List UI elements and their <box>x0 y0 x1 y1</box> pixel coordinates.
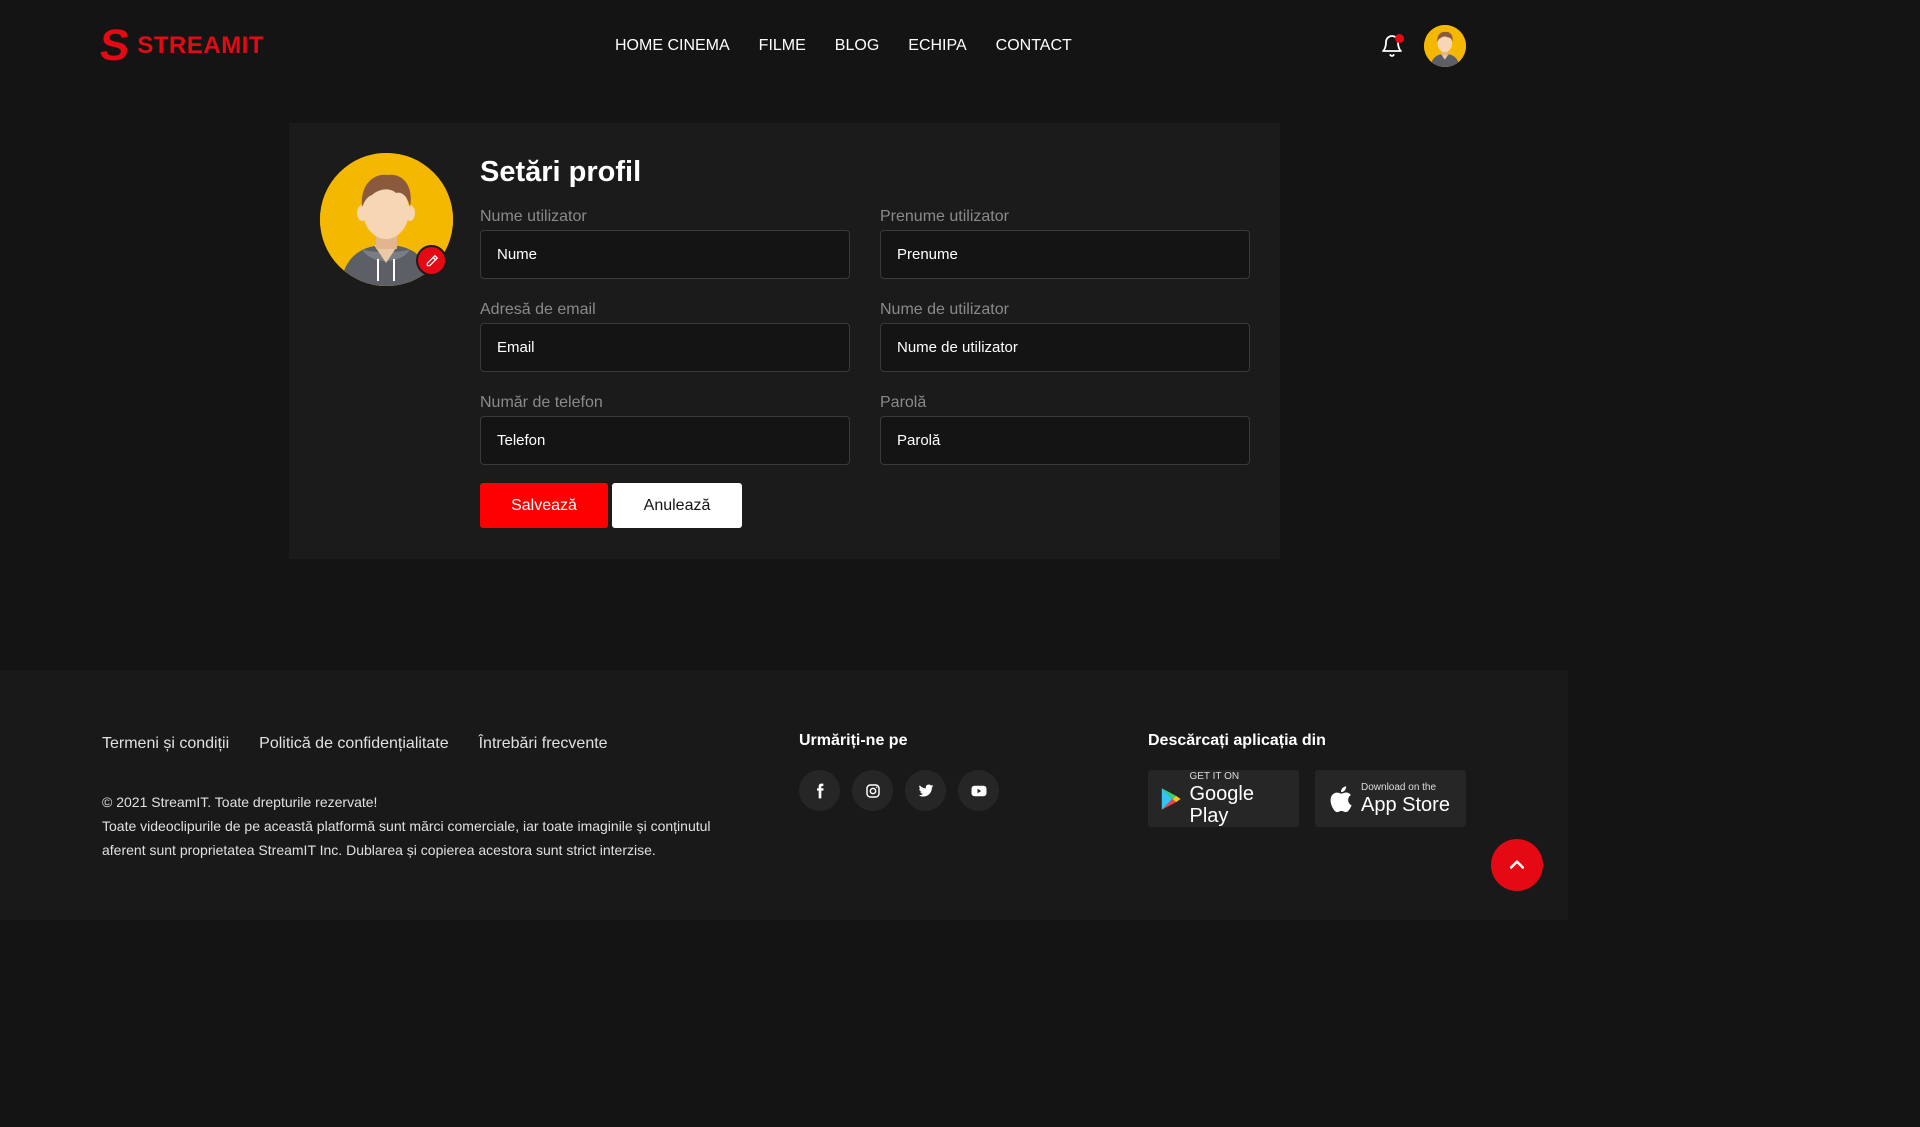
app-store-button[interactable]: Download on the App Store <box>1315 770 1466 827</box>
pencil-icon <box>426 254 438 266</box>
logo-mark: S <box>97 21 132 70</box>
main-nav: HOME CINEMA FILME BLOG ECHIPA CONTACT <box>615 36 1072 56</box>
google-play-small-text: GET IT ON <box>1189 770 1240 782</box>
social-links <box>799 770 999 811</box>
follow-title: Urmăriți-ne pe <box>799 732 908 749</box>
page-title: Setări profil <box>480 156 642 188</box>
brand-logo[interactable]: S STREAMIT <box>97 21 265 70</box>
facebook-icon[interactable] <box>799 770 840 811</box>
phone-label: Număr de telefon <box>480 394 603 411</box>
copyright-text: © 2021 StreamIT. Toate drepturile rezerv… <box>102 794 378 810</box>
app-store-big-text: App Store <box>1361 793 1450 816</box>
first-name-group: Nume utilizator <box>480 207 850 279</box>
scroll-to-top-button[interactable] <box>1491 839 1543 891</box>
email-input[interactable] <box>480 323 850 372</box>
twitter-icon[interactable] <box>905 770 946 811</box>
google-play-big-text: Google Play <box>1189 782 1254 827</box>
last-name-group: Prenume utilizator <box>880 207 1250 279</box>
nav-item-contact[interactable]: CONTACT <box>996 36 1072 56</box>
phone-input[interactable] <box>480 416 850 465</box>
username-input[interactable] <box>880 323 1250 372</box>
apple-icon <box>1330 785 1352 812</box>
first-name-label: Nume utilizator <box>480 208 587 225</box>
password-group: Parolă <box>880 393 1250 465</box>
footer-link-privacy[interactable]: Politică de confidențialitate <box>259 734 448 754</box>
nav-item-echipa[interactable]: ECHIPA <box>908 36 966 56</box>
user-avatar[interactable] <box>1424 25 1466 67</box>
notification-dot <box>1395 34 1404 43</box>
password-label: Parolă <box>880 394 927 411</box>
first-name-input[interactable] <box>480 230 850 279</box>
app-download-title: Descărcați aplicația din <box>1148 732 1326 749</box>
instagram-icon[interactable] <box>852 770 893 811</box>
site-footer: Termeni și condiții Politică de confiden… <box>0 670 1568 920</box>
app-store-small-text: Download on the <box>1361 781 1437 793</box>
copyright-block: © 2021 StreamIT. Toate drepturile rezerv… <box>102 790 752 862</box>
save-button[interactable]: Salvează <box>480 483 608 528</box>
nav-item-filme[interactable]: FILME <box>759 36 806 56</box>
disclaimer-text: Toate videoclipurile de pe această platf… <box>102 818 711 858</box>
cancel-button[interactable]: Anulează <box>612 483 742 528</box>
google-play-button[interactable]: GET IT ON Google Play <box>1148 770 1299 827</box>
password-input[interactable] <box>880 416 1250 465</box>
username-group: Nume de utilizator <box>880 300 1250 372</box>
edit-avatar-button[interactable] <box>416 245 447 276</box>
youtube-icon[interactable] <box>958 770 999 811</box>
email-group: Adresă de email <box>480 300 850 372</box>
nav-item-home-cinema[interactable]: HOME CINEMA <box>615 36 730 56</box>
username-label: Nume de utilizator <box>880 301 1009 318</box>
footer-link-faq[interactable]: Întrebări frecvente <box>479 734 608 754</box>
logo-text: STREAMIT <box>137 32 265 59</box>
chevron-up-icon <box>1509 860 1525 869</box>
bell-icon[interactable] <box>1380 34 1404 58</box>
footer-links: Termeni și condiții Politică de confiden… <box>102 734 608 754</box>
profile-settings-card: Setări profil Nume utilizator Prenume ut… <box>289 123 1280 559</box>
footer-link-terms[interactable]: Termeni și condiții <box>102 734 229 754</box>
phone-group: Număr de telefon <box>480 393 850 465</box>
nav-item-blog[interactable]: BLOG <box>835 36 879 56</box>
last-name-label: Prenume utilizator <box>880 208 1009 225</box>
site-header: S STREAMIT HOME CINEMA FILME BLOG ECHIPA… <box>0 0 1568 92</box>
google-play-icon <box>1161 787 1181 810</box>
last-name-input[interactable] <box>880 230 1250 279</box>
email-label: Adresă de email <box>480 301 596 318</box>
